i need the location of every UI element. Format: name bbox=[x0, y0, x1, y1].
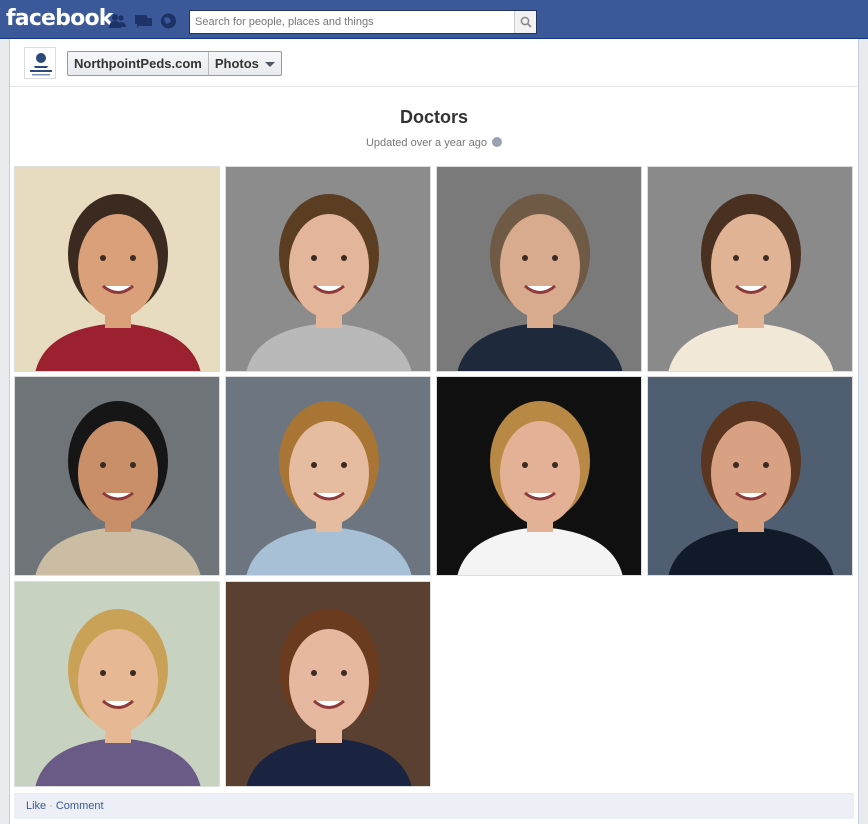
portrait-image bbox=[437, 167, 641, 371]
portrait-image bbox=[15, 167, 219, 371]
portrait-image bbox=[15, 377, 219, 575]
album-title: Doctors bbox=[399, 107, 468, 127]
search-icon bbox=[520, 16, 532, 28]
portrait-image bbox=[15, 582, 219, 786]
album-photo[interactable] bbox=[436, 376, 642, 576]
album-updated-line: Updated over a year ago bbox=[10, 137, 858, 149]
album-photo[interactable] bbox=[225, 581, 431, 787]
portrait-image bbox=[648, 167, 852, 371]
search-box bbox=[189, 10, 537, 34]
portrait-image bbox=[226, 582, 430, 786]
portrait-image bbox=[226, 167, 430, 371]
content-panel: NorthpointPeds.com Photos Doctors Update… bbox=[9, 39, 859, 824]
breadcrumb-photos-label: Photos bbox=[214, 56, 259, 71]
search-input[interactable] bbox=[190, 11, 514, 33]
photo-actions-bar: Like · Comment bbox=[14, 793, 854, 819]
album-photo[interactable] bbox=[14, 166, 220, 372]
like-link[interactable]: Like bbox=[26, 800, 46, 812]
album-photo[interactable] bbox=[14, 376, 220, 576]
portrait-image bbox=[226, 377, 430, 575]
album-photo[interactable] bbox=[436, 166, 642, 372]
comment-link[interactable]: Comment bbox=[56, 800, 104, 812]
album-photo[interactable] bbox=[647, 166, 853, 372]
breadcrumb-page-link[interactable]: NorthpointPeds.com bbox=[68, 52, 209, 75]
action-separator: · bbox=[49, 800, 53, 812]
page-header-bar: NorthpointPeds.com Photos bbox=[10, 39, 858, 87]
page-profile-picture[interactable] bbox=[24, 47, 56, 79]
portrait-image bbox=[648, 377, 852, 575]
messages-icon[interactable] bbox=[135, 13, 152, 29]
album-updated-text: Updated over a year ago bbox=[365, 137, 488, 149]
facebook-logo[interactable]: facebook bbox=[6, 6, 113, 31]
breadcrumb-photos-dropdown[interactable]: Photos bbox=[209, 52, 281, 75]
friend-requests-icon[interactable] bbox=[109, 13, 126, 29]
breadcrumb: NorthpointPeds.com Photos bbox=[67, 51, 282, 76]
album-photo[interactable] bbox=[225, 376, 431, 576]
album-photo[interactable] bbox=[647, 376, 853, 576]
northpoint-logo-icon bbox=[25, 48, 55, 78]
chevron-down-icon bbox=[264, 62, 275, 68]
top-navigation-bar: facebook bbox=[0, 0, 868, 39]
notifications-icon[interactable] bbox=[160, 13, 177, 29]
portrait-image bbox=[437, 377, 641, 575]
globe-icon bbox=[492, 137, 503, 147]
search-button[interactable] bbox=[514, 11, 536, 33]
album-photo[interactable] bbox=[14, 581, 220, 787]
album-photo[interactable] bbox=[225, 166, 431, 372]
